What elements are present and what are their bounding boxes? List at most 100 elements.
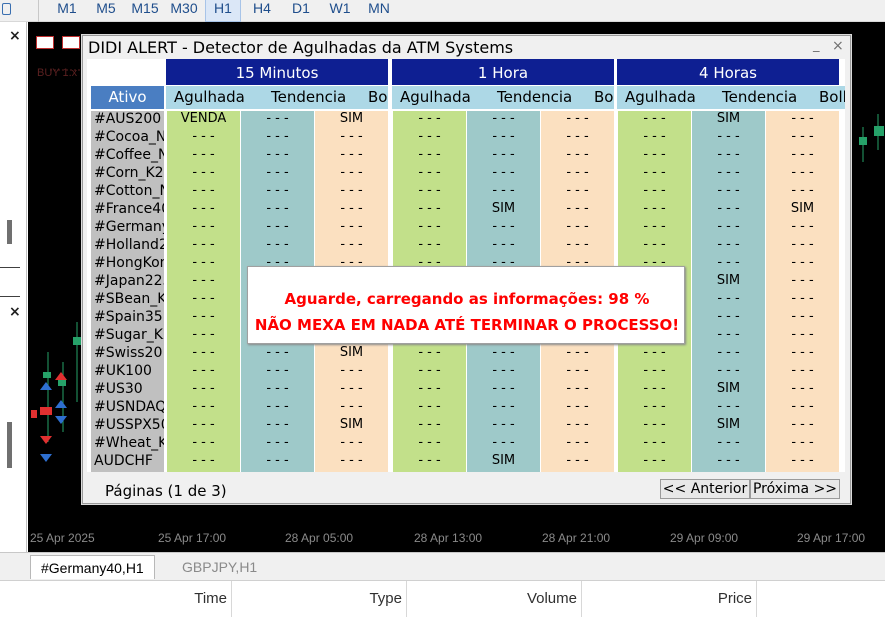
symbol-label[interactable]: #Spain35 bbox=[94, 309, 164, 325]
signal-cell: - - - bbox=[643, 453, 666, 468]
symbol-label[interactable]: #Holland2 bbox=[94, 237, 164, 253]
column-type[interactable]: Type bbox=[232, 581, 407, 617]
signal-cell: - - - bbox=[791, 417, 814, 432]
symbol-label[interactable]: #Cocoa_N2 bbox=[94, 129, 164, 145]
tab-germany40-h1[interactable]: #Germany40,H1 bbox=[30, 555, 155, 579]
signal-cell: - - - bbox=[492, 147, 515, 162]
symbol-label[interactable]: #UK100 bbox=[94, 363, 164, 379]
symbol-label[interactable]: #France40 bbox=[94, 201, 164, 217]
symbol-label[interactable]: #SBean_K2 bbox=[94, 291, 164, 307]
next-page-button[interactable]: Próxima >> bbox=[750, 479, 840, 499]
signal-cell: - - - bbox=[717, 237, 740, 252]
signal-cell: - - - bbox=[566, 129, 589, 144]
signal-cell: SIM bbox=[716, 111, 741, 126]
column-header[interactable]: Agulhada bbox=[625, 86, 696, 109]
close-icon[interactable]: × bbox=[832, 38, 844, 54]
symbol-label[interactable]: #Cotton_N bbox=[94, 183, 164, 199]
column-header[interactable]: Tendencia bbox=[722, 86, 797, 109]
timeframe-m1-button[interactable]: M1 bbox=[49, 0, 85, 22]
signal-cell: - - - bbox=[643, 417, 666, 432]
time-axis-label: 29 Apr 17:00 bbox=[797, 531, 866, 545]
signal-cell: - - - bbox=[418, 201, 441, 216]
symbol-label[interactable]: #Coffee_N bbox=[94, 147, 164, 163]
toolbar-separator bbox=[38, 0, 39, 22]
symbol-label[interactable]: #US30 bbox=[94, 381, 164, 397]
symbol-label[interactable]: #AUS200 bbox=[94, 111, 164, 127]
column-header[interactable]: Bollinger bbox=[819, 86, 845, 109]
column-header[interactable]: Agulhada bbox=[400, 86, 471, 109]
timeframe-m15-button[interactable]: M15 bbox=[127, 0, 163, 22]
signal-cell: - - - bbox=[791, 381, 814, 396]
signal-cell: - - - bbox=[643, 345, 666, 360]
symbols-column: #AUS200 #Cocoa_N2 #Coffee_N #Corn_K25 #Cotto… bbox=[91, 111, 164, 472]
signal-cell: - - - bbox=[643, 435, 666, 450]
column-header[interactable]: Tendencia bbox=[271, 86, 346, 109]
signal-cell: - - - bbox=[192, 219, 215, 234]
symbol-label[interactable]: AUDCHF bbox=[94, 453, 164, 469]
signal-cell: - - - bbox=[717, 147, 740, 162]
signal-cell: - - - bbox=[643, 111, 666, 126]
column-header[interactable]: Bollinger bbox=[594, 86, 614, 109]
signal-cell: SIM bbox=[339, 345, 364, 360]
signal-cell: - - - bbox=[340, 435, 363, 450]
timeframe-m30-button[interactable]: M30 bbox=[166, 0, 202, 22]
column-price[interactable]: Price bbox=[582, 581, 757, 617]
timeframe-mn-button[interactable]: MN bbox=[361, 0, 397, 22]
signal-cell: - - - bbox=[192, 129, 215, 144]
signal-cell: - - - bbox=[717, 399, 740, 414]
column-header[interactable]: Agulhada bbox=[174, 86, 245, 109]
panel-scrollbar[interactable] bbox=[7, 220, 12, 244]
signal-cell: - - - bbox=[340, 219, 363, 234]
signal-cell: - - - bbox=[717, 183, 740, 198]
column-header[interactable]: Tendencia bbox=[497, 86, 572, 109]
symbol-label[interactable]: #Corn_K25 bbox=[94, 165, 164, 181]
signal-cell: - - - bbox=[418, 165, 441, 180]
signal-cell: - - - bbox=[717, 435, 740, 450]
symbol-label[interactable]: #Sugar_K2 bbox=[94, 327, 164, 343]
signal-cell: - - - bbox=[791, 345, 814, 360]
signal-cell: - - - bbox=[418, 345, 441, 360]
signal-cell: - - - bbox=[791, 255, 814, 270]
signal-cell: - - - bbox=[492, 183, 515, 198]
tab-gbpjpy-h1[interactable]: GBPJPY,H1 bbox=[172, 555, 267, 579]
signal-cell: - - - bbox=[266, 165, 289, 180]
column-time[interactable]: Time bbox=[57, 581, 232, 617]
timeframe-d1-button[interactable]: D1 bbox=[283, 0, 319, 22]
signal-cell: SIM bbox=[491, 201, 516, 216]
signal-cell: - - - bbox=[418, 363, 441, 378]
chart-mode-icon[interactable] bbox=[36, 36, 54, 49]
close-icon[interactable]: × bbox=[9, 28, 21, 44]
toolbar-dropdown-icon[interactable] bbox=[2, 3, 11, 15]
signal-cell: - - - bbox=[791, 453, 814, 468]
signal-cell: - - - bbox=[192, 327, 215, 342]
arrow-up-icon bbox=[55, 400, 67, 408]
close-icon[interactable]: × bbox=[9, 304, 21, 320]
symbol-label[interactable]: #HongKong bbox=[94, 255, 164, 271]
symbol-label[interactable]: #Swiss20 bbox=[94, 345, 164, 361]
candle bbox=[31, 410, 37, 418]
symbol-label[interactable]: #USSPX500 bbox=[94, 417, 164, 433]
timeframe-w1-button[interactable]: W1 bbox=[322, 0, 358, 22]
symbol-label[interactable]: #USNDAQ10 bbox=[94, 399, 164, 415]
signal-cell: - - - bbox=[566, 111, 589, 126]
previous-page-button[interactable]: << Anterior bbox=[660, 479, 750, 499]
timeframe-h4-button[interactable]: H4 bbox=[244, 0, 280, 22]
signal-cell: - - - bbox=[717, 219, 740, 234]
minimize-icon[interactable]: _ bbox=[813, 38, 820, 53]
signal-cell: - - - bbox=[492, 363, 515, 378]
signal-cell: - - - bbox=[566, 183, 589, 198]
symbol-label[interactable]: #Germany4 bbox=[94, 219, 164, 235]
symbol-label[interactable]: #Wheat_K2 bbox=[94, 435, 164, 451]
symbol-label[interactable]: #Japan225 bbox=[94, 273, 164, 289]
timeframe-h1-button[interactable]: H1 bbox=[205, 0, 241, 22]
column-volume[interactable]: Volume bbox=[407, 581, 582, 617]
arrow-up-icon bbox=[40, 382, 52, 390]
save-icon[interactable] bbox=[62, 36, 80, 49]
column-header[interactable]: Bollinger bbox=[368, 86, 388, 109]
panel-scrollbar[interactable] bbox=[7, 422, 12, 468]
signal-cell: - - - bbox=[418, 435, 441, 450]
timeframe-group-header: 15 Minutos bbox=[166, 59, 388, 85]
arrow-up-icon bbox=[55, 372, 67, 380]
timeframe-m5-button[interactable]: M5 bbox=[88, 0, 124, 22]
signal-cell: - - - bbox=[192, 435, 215, 450]
